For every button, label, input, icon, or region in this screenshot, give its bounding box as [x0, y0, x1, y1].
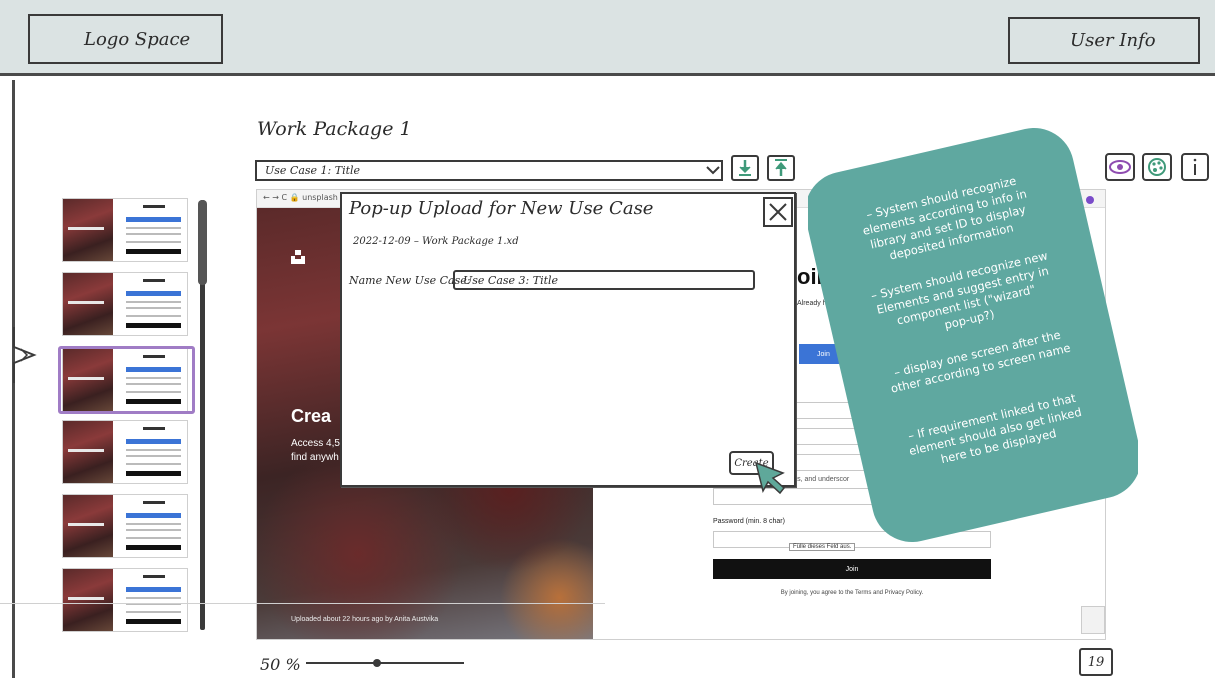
sidebar-expand-chevron-icon[interactable] — [12, 325, 38, 385]
annotation-note: – System should recognizeelements accord… — [808, 127, 1138, 543]
user-info-button[interactable]: User Info — [1008, 17, 1200, 64]
hero-subline: Access 4,5 — [291, 438, 340, 449]
thumbnail-screen[interactable] — [62, 272, 188, 336]
logo-placeholder: Logo Space — [28, 14, 223, 64]
download-button[interactable] — [730, 154, 760, 182]
photo-credit: Uploaded about 22 hours ago by Anita Aus… — [291, 616, 439, 623]
zoom-slider[interactable] — [306, 662, 464, 664]
cursor-arrow-icon — [754, 461, 786, 495]
thumbnail-selection-frame — [58, 346, 195, 414]
password-label: Password (min. 8 char) — [713, 518, 785, 525]
file-name: 2022-12-09 – Work Package 1.xd — [353, 236, 519, 247]
modal-title: Pop-up Upload for New Use Case — [349, 198, 654, 219]
terms-text: By joining, you agree to the Terms and P… — [780, 590, 924, 596]
thumbnail-screen[interactable] — [62, 568, 188, 632]
hero-headline: Crea — [291, 406, 332, 426]
page-count: 19 — [1079, 648, 1113, 676]
use-case-name-input[interactable]: Use Case 3: Title — [453, 270, 755, 290]
palette-icon[interactable] — [1141, 152, 1173, 182]
thumbnail-screen[interactable] — [62, 198, 188, 262]
page-title: Work Package 1 — [257, 118, 412, 140]
thumbnail-screen[interactable] — [62, 494, 188, 558]
zoom-label: 50 % — [260, 655, 301, 674]
zoom-slider-handle[interactable] — [373, 659, 382, 667]
thumbnail-screen[interactable] — [62, 420, 188, 484]
join-button[interactable]: Join — [713, 559, 991, 579]
info-icon[interactable] — [1180, 152, 1210, 182]
chevron-down-icon[interactable] — [704, 161, 722, 179]
unsplash-logo-icon — [291, 250, 305, 264]
upload-button[interactable] — [766, 154, 796, 182]
divider — [0, 603, 605, 604]
browser-url: ← → C 🔒 unsplash — [263, 193, 338, 202]
thumbnail-scrollbar-thumb[interactable] — [198, 200, 207, 285]
use-case-select[interactable]: Use Case 1: Title — [255, 160, 723, 181]
close-icon[interactable] — [763, 197, 793, 227]
recaptcha-badge — [1081, 606, 1105, 634]
hero-subline: find anywh — [291, 452, 339, 463]
